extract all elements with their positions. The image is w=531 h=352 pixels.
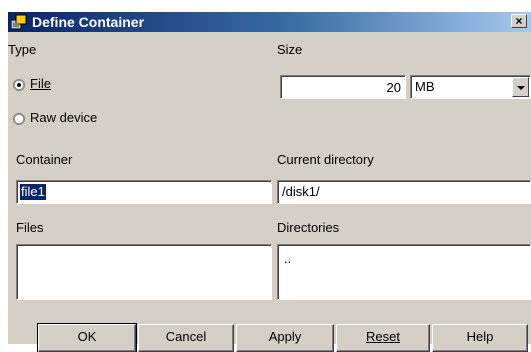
file-radio-text: File xyxy=(30,76,51,91)
title-bar[interactable]: Define Container × xyxy=(8,12,531,32)
container-icon xyxy=(11,14,27,30)
current-directory-value: /disk1/ xyxy=(282,184,320,199)
directories-label: Directories xyxy=(277,220,340,235)
raw-device-radio-icon[interactable] xyxy=(13,113,25,125)
size-unit-select[interactable]: MB xyxy=(410,75,531,99)
ok-button-label: OK xyxy=(77,329,97,344)
help-button[interactable]: Help xyxy=(432,324,528,352)
current-directory-label: Current directory xyxy=(277,152,374,167)
type-label: Type xyxy=(8,42,37,57)
current-directory-input[interactable]: /disk1/ xyxy=(277,180,531,204)
chevron-down-icon[interactable] xyxy=(512,77,529,97)
window-title: Define Container xyxy=(32,14,145,30)
files-list[interactable] xyxy=(16,244,272,300)
cancel-button-label: Cancel xyxy=(165,329,207,344)
cancel-button[interactable]: Cancel xyxy=(138,324,234,352)
reset-button[interactable]: Reset xyxy=(336,324,430,352)
help-button-label: Help xyxy=(466,329,494,344)
define-container-dialog: Define Container × Type File Raw device … xyxy=(8,12,531,352)
files-label: Files xyxy=(16,220,44,235)
directory-item[interactable]: .. xyxy=(284,251,291,267)
close-icon[interactable]: × xyxy=(511,14,527,28)
reset-button-label: Reset xyxy=(366,329,400,344)
container-value: file1 xyxy=(20,184,46,200)
size-unit-value: MB xyxy=(415,79,435,94)
container-input[interactable]: file1 xyxy=(16,180,272,204)
apply-button-label: Apply xyxy=(268,329,302,344)
directories-list[interactable]: .. xyxy=(277,244,531,300)
ok-button[interactable]: OK xyxy=(37,323,137,352)
apply-button[interactable]: Apply xyxy=(236,324,334,352)
file-radio-label[interactable]: File xyxy=(30,76,51,92)
size-label: Size xyxy=(277,42,303,57)
raw-device-radio-label[interactable]: Raw device xyxy=(30,110,97,126)
container-label: Container xyxy=(16,152,73,167)
file-radio-icon[interactable] xyxy=(13,79,25,91)
size-input[interactable]: 20 xyxy=(280,75,406,99)
size-value: 20 xyxy=(386,80,401,95)
